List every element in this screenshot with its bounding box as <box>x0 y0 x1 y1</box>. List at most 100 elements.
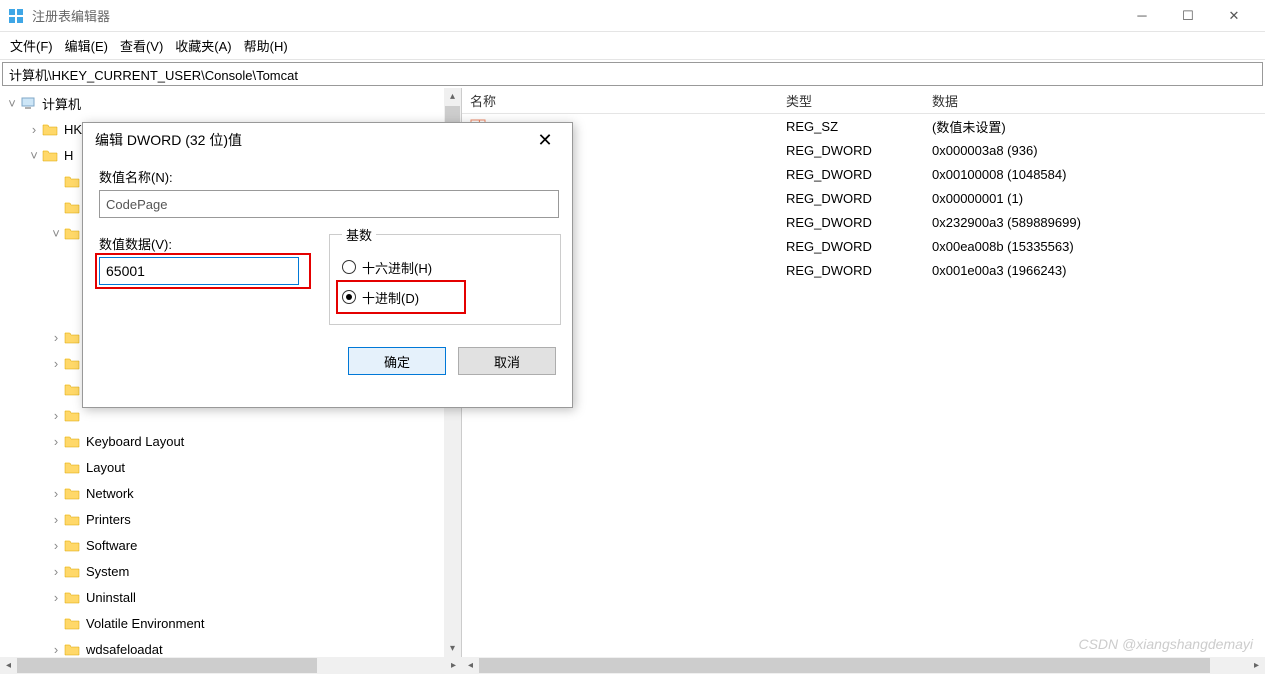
dialog-close-button[interactable]: ✕ <box>530 130 560 151</box>
data-row[interactable]: abREG_SZ(数值未设置) <box>462 114 1265 138</box>
dialog-title: 编辑 DWORD (32 位)值 <box>95 130 530 150</box>
menu-bar: 文件(F) 编辑(E) 查看(V) 收藏夹(A) 帮助(H) <box>0 32 1265 60</box>
data-row[interactable]: 01REG_DWORD0x00000001 (1) <box>462 186 1265 210</box>
column-header-data[interactable]: 数据 <box>932 91 1265 110</box>
expander-icon[interactable]: › <box>48 356 64 371</box>
tree-row[interactable]: › System <box>0 558 461 584</box>
address-bar[interactable]: 计算机\HKEY_CURRENT_USER\Console\Tomcat <box>2 62 1263 86</box>
tree-row[interactable]: › Software <box>0 532 461 558</box>
radio-dec-label: 十进制(D) <box>362 288 419 307</box>
value-data: 0x001e00a3 (1966243) <box>932 263 1265 278</box>
tree-label: Uninstall <box>86 590 136 605</box>
value-type: REG_SZ <box>786 119 932 134</box>
data-pane: 名称 类型 数据 abREG_SZ(数值未设置)01REG_DWORD0x000… <box>462 88 1265 657</box>
value-type: REG_DWORD <box>786 239 932 254</box>
value-data-label: 数值数据(V): <box>99 234 309 253</box>
scroll-right-arrow[interactable]: ▸ <box>445 657 462 674</box>
window-title: 注册表编辑器 <box>32 6 1119 25</box>
tree-row[interactable]: Volatile Environment <box>0 610 461 636</box>
tree-label: Keyboard Layout <box>86 434 184 449</box>
tree-row[interactable]: › wdsafeloadat <box>0 636 461 657</box>
data-header: 名称 类型 数据 <box>462 88 1265 114</box>
close-button[interactable]: ✕ <box>1211 0 1257 32</box>
expander-icon[interactable]: › <box>26 122 42 137</box>
expander-icon[interactable]: › <box>48 408 64 423</box>
tree-label: Network <box>86 486 134 501</box>
expander-icon[interactable]: › <box>48 642 64 657</box>
tree-label: System <box>86 564 129 579</box>
data-row[interactable]: 01erSizeREG_DWORD0x232900a3 (589889699) <box>462 210 1265 234</box>
scroll-left-arrow[interactable]: ◂ <box>0 657 17 674</box>
tree-row[interactable]: › Keyboard Layout <box>0 428 461 454</box>
radio-hex-row[interactable]: 十六进制(H) <box>342 252 548 282</box>
value-data: 0x00000001 (1) <box>932 191 1265 206</box>
expander-icon[interactable]: › <box>48 512 64 527</box>
tree-label: wdsafeloadat <box>86 642 163 657</box>
value-data: 0x00100008 (1048584) <box>932 167 1265 182</box>
tree-row[interactable]: ˅ 计算机 <box>0 90 461 116</box>
tree-label: H <box>64 148 73 163</box>
data-row[interactable]: 01REG_DWORD0x00100008 (1048584) <box>462 162 1265 186</box>
radio-dec-row[interactable]: 十进制(D) <box>342 282 548 312</box>
edit-dword-dialog: 编辑 DWORD (32 位)值 ✕ 数值名称(N): CodePage 数值数… <box>82 122 573 408</box>
data-row[interactable]: 01sitionREG_DWORD0x00ea008b (15335563) <box>462 234 1265 258</box>
value-type: REG_DWORD <box>786 143 932 158</box>
tree-label: 计算机 <box>42 94 81 113</box>
tree-horizontal-scrollbar[interactable]: ◂ ▸ <box>0 657 462 674</box>
expander-icon[interactable]: › <box>48 564 64 579</box>
value-data-input[interactable] <box>99 257 299 285</box>
tree-label: Software <box>86 538 137 553</box>
expander-icon[interactable]: › <box>48 434 64 449</box>
scroll-left-arrow[interactable]: ◂ <box>462 657 479 674</box>
column-header-type[interactable]: 类型 <box>786 91 932 110</box>
radio-hex[interactable] <box>342 260 356 274</box>
minimize-button[interactable]: ─ <box>1119 0 1165 32</box>
menu-file[interactable]: 文件(F) <box>10 36 53 55</box>
scroll-right-arrow[interactable]: ▸ <box>1248 657 1265 674</box>
value-name-field[interactable]: CodePage <box>99 190 559 218</box>
menu-favorites[interactable]: 收藏夹(A) <box>175 36 231 55</box>
expander-icon[interactable]: › <box>48 538 64 553</box>
app-icon <box>8 8 24 24</box>
menu-view[interactable]: 查看(V) <box>120 36 163 55</box>
menu-help[interactable]: 帮助(H) <box>244 36 288 55</box>
value-name-label: 数值名称(N): <box>99 167 556 186</box>
radio-dec[interactable] <box>342 290 356 304</box>
radio-hex-label: 十六进制(H) <box>362 258 432 277</box>
tree-row[interactable]: › Printers <box>0 506 461 532</box>
address-text: 计算机\HKEY_CURRENT_USER\Console\Tomcat <box>9 65 298 84</box>
value-type: REG_DWORD <box>786 167 932 182</box>
value-data: 0x00ea008b (15335563) <box>932 239 1265 254</box>
tree-row[interactable]: Layout <box>0 454 461 480</box>
expander-icon[interactable]: › <box>48 330 64 345</box>
value-type: REG_DWORD <box>786 215 932 230</box>
value-data: 0x000003a8 (936) <box>932 143 1265 158</box>
value-type: REG_DWORD <box>786 263 932 278</box>
data-horizontal-scrollbar[interactable]: ◂ ▸ <box>462 657 1265 674</box>
ok-button[interactable]: 确定 <box>348 347 446 375</box>
value-data: (数值未设置) <box>932 117 1265 136</box>
tree-label: Layout <box>86 460 125 475</box>
menu-edit[interactable]: 编辑(E) <box>65 36 108 55</box>
expander-icon[interactable]: ˅ <box>4 96 20 111</box>
base-fieldset: 基数 十六进制(H) 十进制(D) <box>329 234 561 325</box>
base-legend: 基数 <box>342 225 376 244</box>
data-row[interactable]: 01REG_DWORD0x000003a8 (936) <box>462 138 1265 162</box>
title-bar: 注册表编辑器 ─ ☐ ✕ <box>0 0 1265 32</box>
tree-row[interactable]: › Uninstall <box>0 584 461 610</box>
scroll-up-arrow[interactable]: ▴ <box>444 88 461 105</box>
data-row[interactable]: 01eREG_DWORD0x001e00a3 (1966243) <box>462 258 1265 282</box>
tree-label: Printers <box>86 512 131 527</box>
value-type: REG_DWORD <box>786 191 932 206</box>
cancel-button[interactable]: 取消 <box>458 347 556 375</box>
expander-icon[interactable]: › <box>48 590 64 605</box>
tree-label: Volatile Environment <box>86 616 205 631</box>
scroll-down-arrow[interactable]: ▾ <box>444 640 461 657</box>
value-data: 0x232900a3 (589889699) <box>932 215 1265 230</box>
expander-icon[interactable]: › <box>48 486 64 501</box>
maximize-button[interactable]: ☐ <box>1165 0 1211 32</box>
expander-icon[interactable]: ˅ <box>26 148 42 163</box>
column-header-name[interactable]: 名称 <box>462 91 786 110</box>
tree-row[interactable]: › Network <box>0 480 461 506</box>
expander-icon[interactable]: ˅ <box>48 226 64 241</box>
